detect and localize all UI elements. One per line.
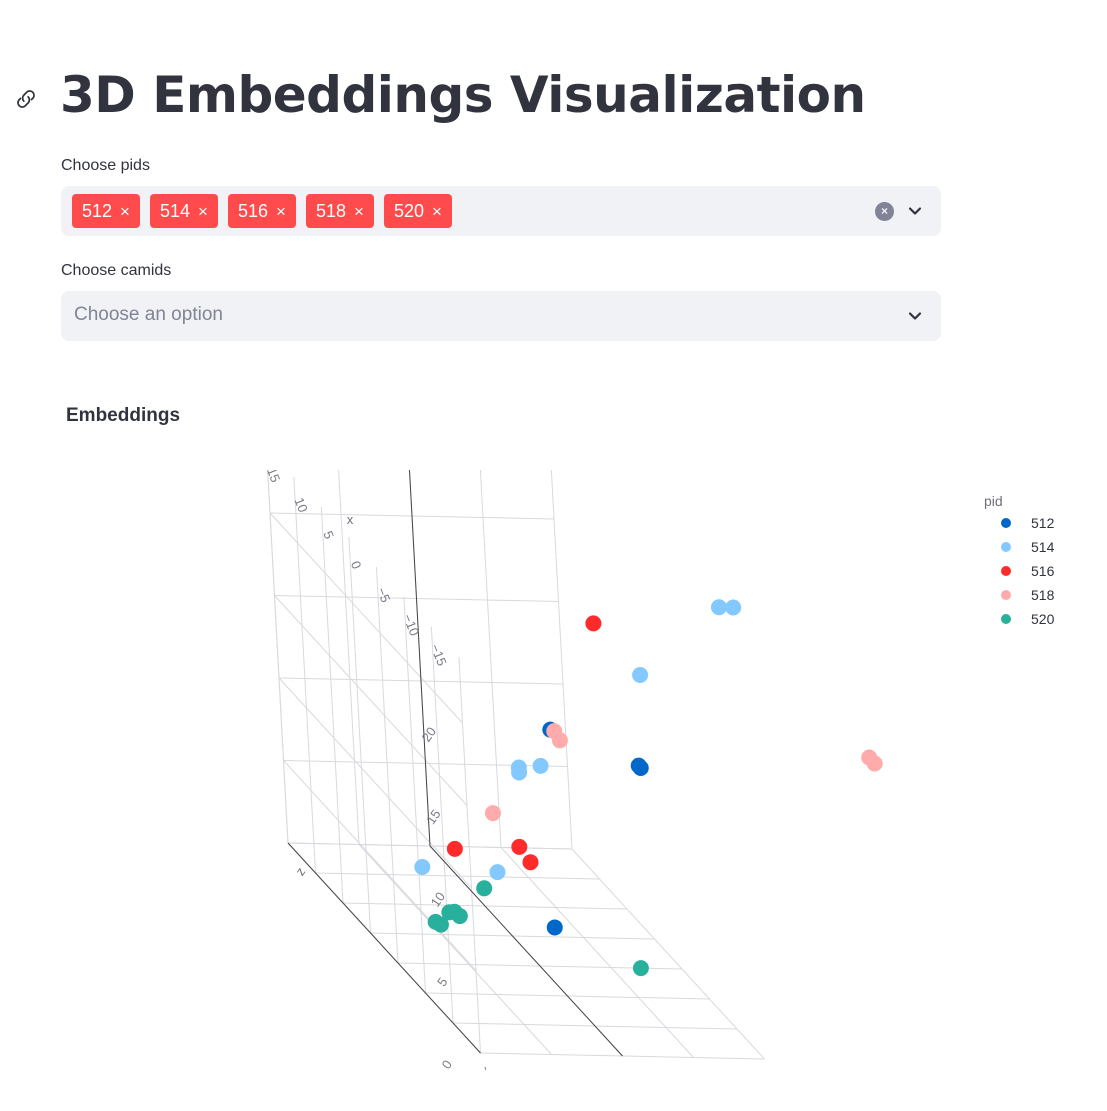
x-axis-title: x: [347, 512, 354, 527]
embeddings-heading: Embeddings: [66, 405, 181, 426]
tag-516[interactable]: 516 ×: [227, 194, 296, 228]
chevron-down-icon[interactable]: [905, 306, 925, 326]
x-tick-label: 10: [291, 495, 310, 514]
data-points: [414, 599, 883, 977]
point-pid-514: [489, 864, 506, 881]
y-tick-label: −5: [550, 1069, 568, 1070]
legend-item-518[interactable]: 518: [1001, 587, 1055, 603]
tag-512[interactable]: 512 ×: [72, 194, 140, 228]
selected-tags: 512 × 514 × 516 × 518 × 520 ×: [72, 194, 452, 228]
embeddings-3d-scatter[interactable]: −15−10−505101520−10−50505101520xz pid 51…: [0, 470, 1107, 1070]
legend-item-514[interactable]: 514: [1001, 539, 1055, 555]
point-pid-512: [632, 760, 649, 776]
remove-tag-icon[interactable]: ×: [198, 203, 208, 220]
point-pid-514: [532, 757, 549, 774]
point-pid-520: [427, 913, 444, 930]
remove-tag-icon[interactable]: ×: [276, 203, 286, 220]
tag-520[interactable]: 520 ×: [383, 194, 452, 228]
point-pid-514: [711, 599, 727, 616]
tag-518[interactable]: 518 ×: [305, 194, 374, 228]
point-pid-512: [546, 919, 563, 936]
point-pid-516: [446, 840, 463, 857]
camids-select[interactable]: Choose an option: [61, 291, 941, 341]
camids-label: Choose camids: [61, 262, 172, 279]
point-pid-520: [476, 880, 493, 897]
x-tick-label: −15: [428, 642, 450, 668]
tag-label: 518: [315, 200, 346, 221]
remove-tag-icon[interactable]: ×: [354, 203, 364, 220]
point-pid-520: [441, 904, 458, 921]
legend-item-520[interactable]: 520: [1001, 611, 1055, 627]
legend-item-512[interactable]: 512: [1001, 515, 1055, 531]
point-pid-516: [585, 615, 602, 632]
y-tick-label: −10: [478, 1064, 498, 1070]
legend-label: 518: [1031, 587, 1055, 603]
legend-marker: [1001, 566, 1011, 576]
pids-multiselect[interactable]: 512 × 514 × 516 × 518 × 520 × ×: [61, 186, 941, 236]
x-tick-label: 15: [264, 470, 283, 484]
z-tick-label: 0: [439, 1057, 455, 1070]
legend-label: 516: [1031, 563, 1055, 579]
link-icon[interactable]: [13, 86, 39, 112]
tag-label: 514: [159, 200, 191, 221]
point-pid-516: [522, 854, 539, 871]
tag-label: 520: [393, 200, 424, 221]
point-pid-514: [414, 859, 431, 875]
legend-marker: [1001, 590, 1011, 600]
legend-label: 514: [1031, 539, 1055, 555]
clear-circle-icon[interactable]: ×: [875, 202, 894, 221]
z-tick-label: 5: [434, 975, 450, 990]
point-pid-520: [632, 960, 649, 977]
point-pid-514: [510, 759, 527, 776]
tag-514[interactable]: 514 ×: [149, 194, 218, 228]
point-pid-518: [861, 749, 878, 766]
x-tick-label: −5: [374, 585, 393, 604]
tag-label: 516: [237, 200, 269, 221]
z-tick-label: 15: [423, 807, 444, 827]
tag-label: 512: [82, 200, 113, 221]
legend-label: 512: [1031, 515, 1055, 531]
legend-marker: [1001, 542, 1011, 552]
page-title: 3D Embeddings Visualization: [60, 66, 866, 124]
pids-label: Choose pids: [61, 157, 150, 174]
remove-tag-icon[interactable]: ×: [432, 203, 442, 220]
point-pid-514: [725, 599, 742, 616]
legend-marker: [1001, 518, 1011, 528]
point-pid-516: [511, 838, 528, 855]
z-axis-title: z: [292, 864, 308, 878]
legend-label: 520: [1031, 611, 1055, 627]
camids-placeholder: Choose an option: [74, 304, 223, 325]
legend-title: pid: [984, 493, 1003, 509]
chevron-down-icon[interactable]: [905, 201, 925, 221]
point-pid-518: [484, 805, 501, 822]
legend-marker: [1001, 614, 1011, 624]
legend[interactable]: pid 512 514 516 518 520: [984, 493, 1055, 627]
point-pid-514: [632, 667, 649, 683]
remove-tag-icon[interactable]: ×: [120, 203, 130, 220]
z-tick-label: 20: [419, 724, 440, 744]
point-pid-518: [546, 723, 563, 740]
legend-item-516[interactable]: 516: [1001, 563, 1055, 579]
